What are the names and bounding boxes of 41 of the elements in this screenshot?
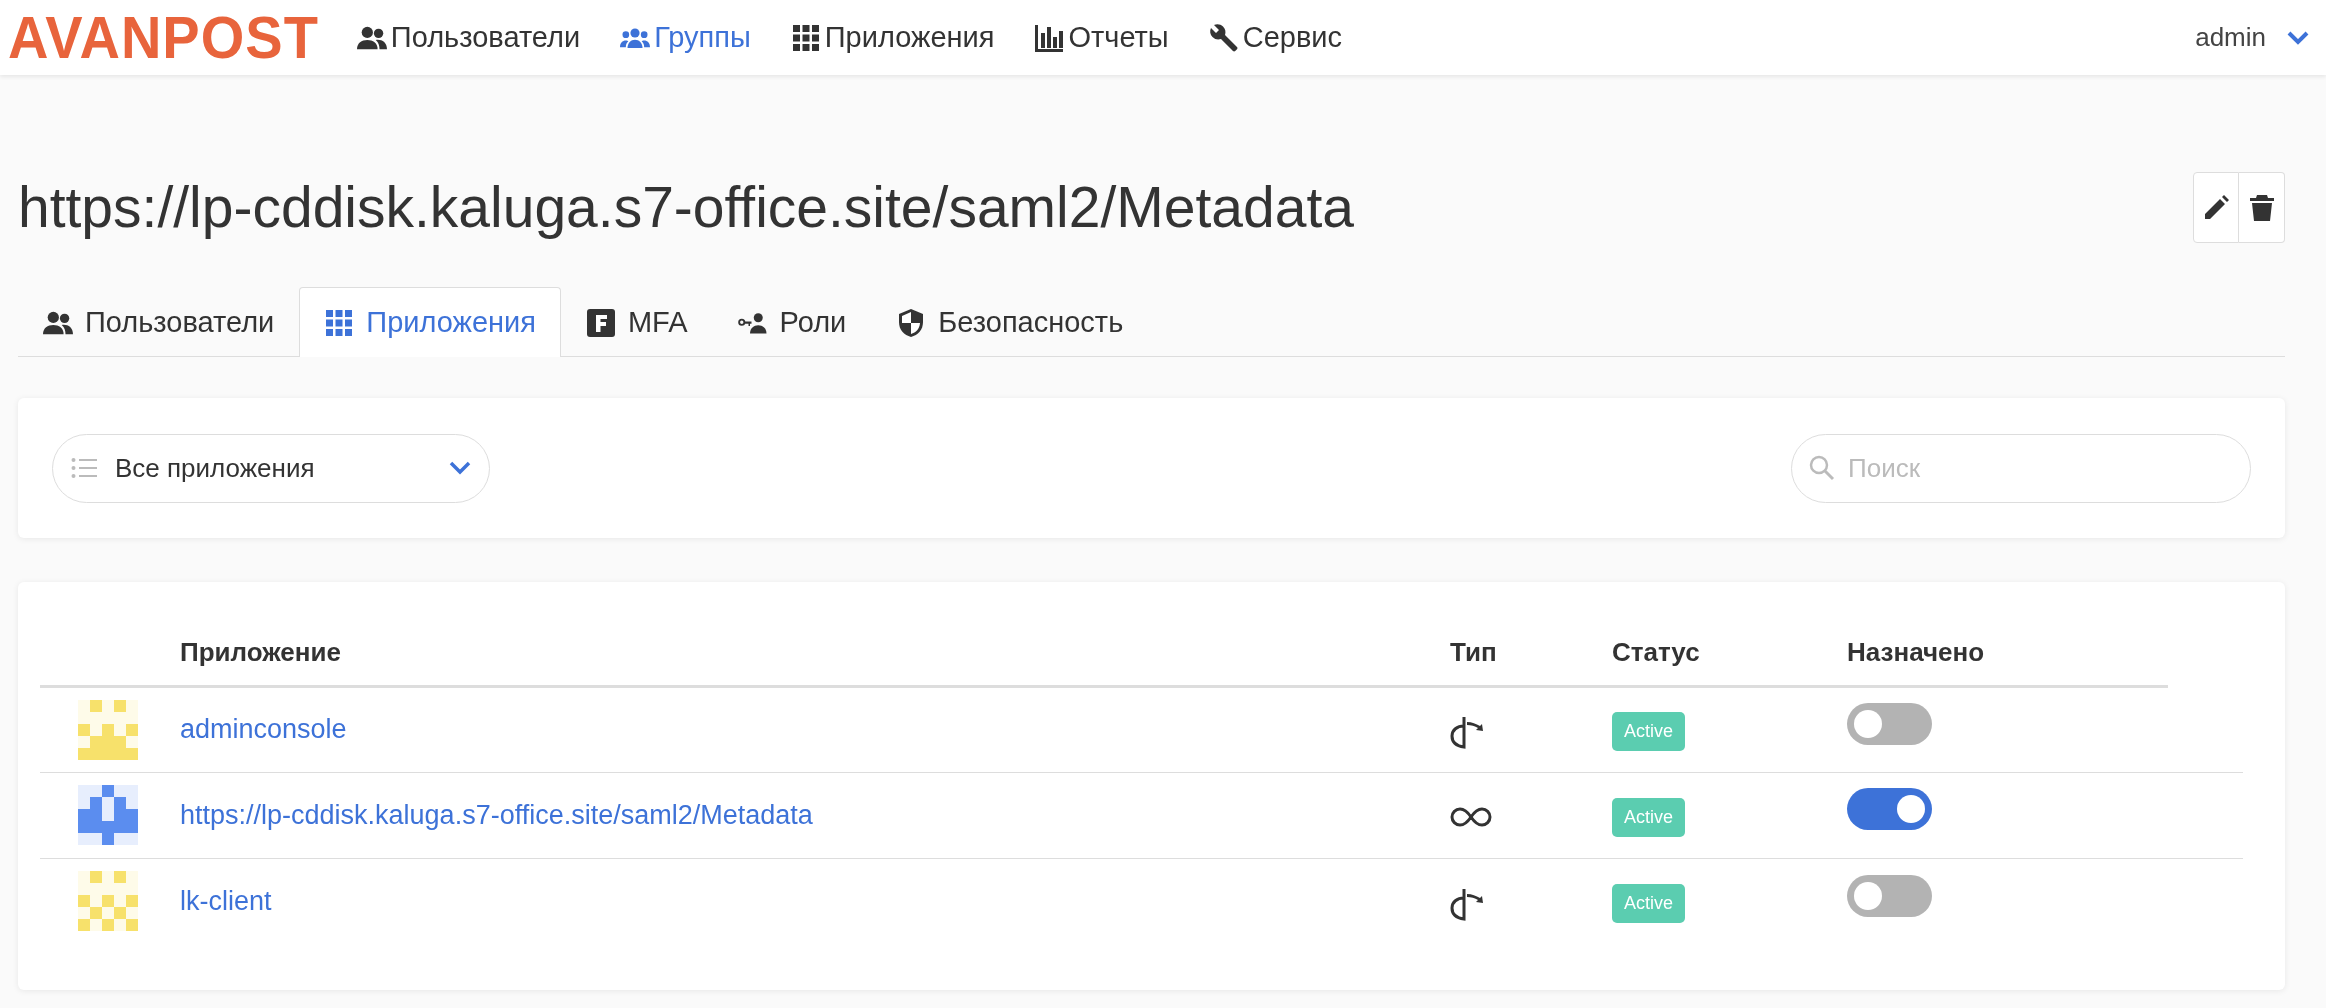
app-link[interactable]: lk-client	[180, 886, 272, 916]
nav-link[interactable]: Приложения	[790, 15, 995, 60]
nav-link[interactable]: Отчеты	[1034, 15, 1169, 60]
search-icon	[1809, 454, 1835, 481]
pencil-icon	[2202, 193, 2230, 222]
toggle-switch[interactable]	[1847, 702, 1932, 745]
trash-icon	[2247, 193, 2276, 222]
nav-link[interactable]: Сервис	[1208, 15, 1342, 60]
letter-f-icon	[585, 307, 616, 338]
tab[interactable]: Безопасность	[871, 287, 1149, 357]
bar-chart-icon	[1034, 22, 1065, 53]
chevron-down-icon	[449, 461, 471, 475]
toggle-switch[interactable]	[1847, 874, 1932, 917]
list-icon	[71, 457, 97, 479]
column-header: Статус	[1592, 620, 1827, 686]
chevron-down-icon	[2286, 29, 2310, 46]
tab[interactable]: MFA	[560, 287, 713, 357]
grid-icon	[790, 22, 821, 53]
status-badge: Active	[1612, 883, 1686, 923]
edit-button[interactable]	[2193, 172, 2239, 243]
grid-icon	[324, 307, 355, 338]
toggle-switch[interactable]	[1847, 788, 1932, 831]
status-badge: Active	[1612, 712, 1686, 751]
wrench-icon	[1208, 22, 1239, 53]
status-badge: Active	[1612, 797, 1686, 837]
app-link[interactable]: https://lp-cddisk.kaluga.s7-office.site/saml2/Metadata	[180, 799, 813, 830]
nav-link[interactable]: Пользователи	[356, 15, 581, 60]
user-menu[interactable]: admin	[2195, 18, 2310, 57]
column-header: Тип	[1430, 620, 1592, 686]
app-link[interactable]: adminconsole	[180, 714, 347, 745]
delete-button[interactable]	[2239, 172, 2285, 243]
tab[interactable]: Роли	[712, 287, 872, 357]
column-header: Приложение	[160, 620, 1430, 686]
column-header: Назначено	[1827, 620, 2168, 686]
app-filter-dropdown[interactable]: Все приложения	[52, 433, 490, 503]
page-title: https://lp-cddisk.kaluga.s7-office.site/saml2/Metadata	[18, 174, 1354, 242]
nav-link[interactable]: Группы	[620, 15, 751, 60]
tab[interactable]: Пользователи	[18, 287, 300, 357]
search-field[interactable]: Поиск	[1791, 433, 2251, 503]
infinity-icon	[1450, 805, 1492, 828]
tab[interactable]: Приложения	[299, 287, 561, 357]
